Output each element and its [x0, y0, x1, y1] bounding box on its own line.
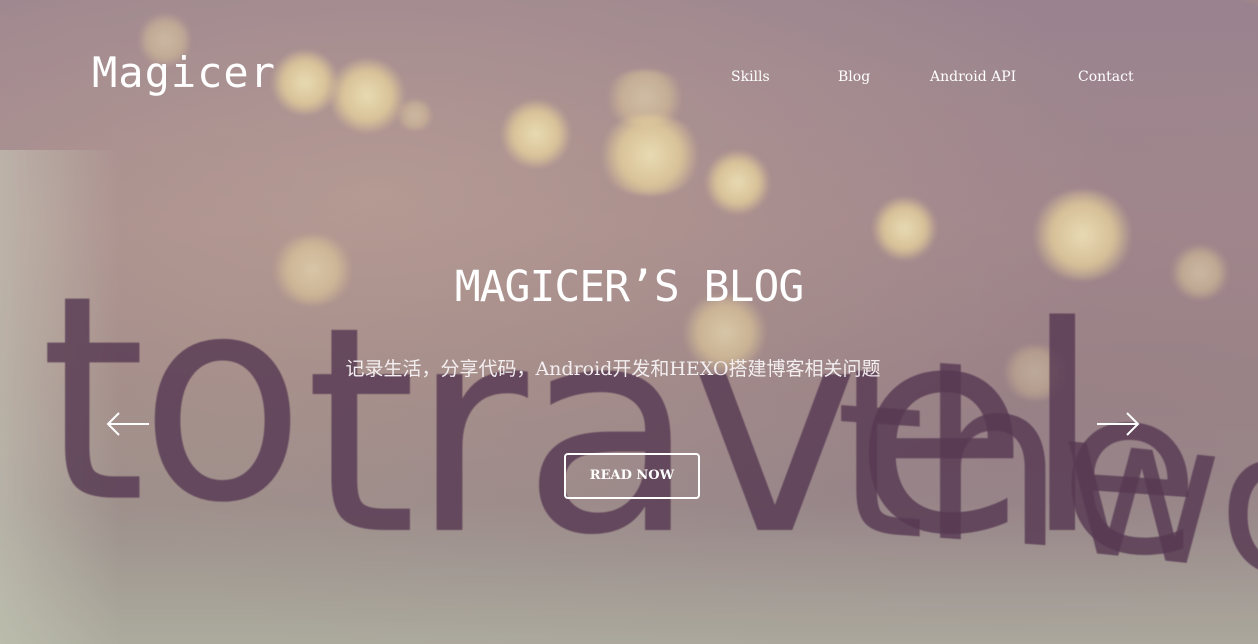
nav-item-android-api[interactable]: Android API — [930, 69, 1016, 85]
hero-title: MAGICER’S BLOG — [454, 262, 804, 312]
main-nav: Skills Blog Android API Contact — [0, 69, 1258, 91]
nav-item-contact[interactable]: Contact — [1078, 69, 1134, 85]
nav-item-blog[interactable]: Blog — [838, 69, 870, 85]
hero-section: to travel the wor Magicer Skills Blog An… — [0, 0, 1258, 644]
read-now-button[interactable]: READ NOW — [564, 453, 700, 499]
hero-subtitle: 记录生活，分享代码，Android开发和HEXO搭建博客相关问题 — [345, 358, 881, 380]
arrow-right-icon[interactable] — [1095, 410, 1141, 438]
nav-item-skills[interactable]: Skills — [731, 69, 770, 85]
arrow-left-icon[interactable] — [105, 410, 151, 438]
